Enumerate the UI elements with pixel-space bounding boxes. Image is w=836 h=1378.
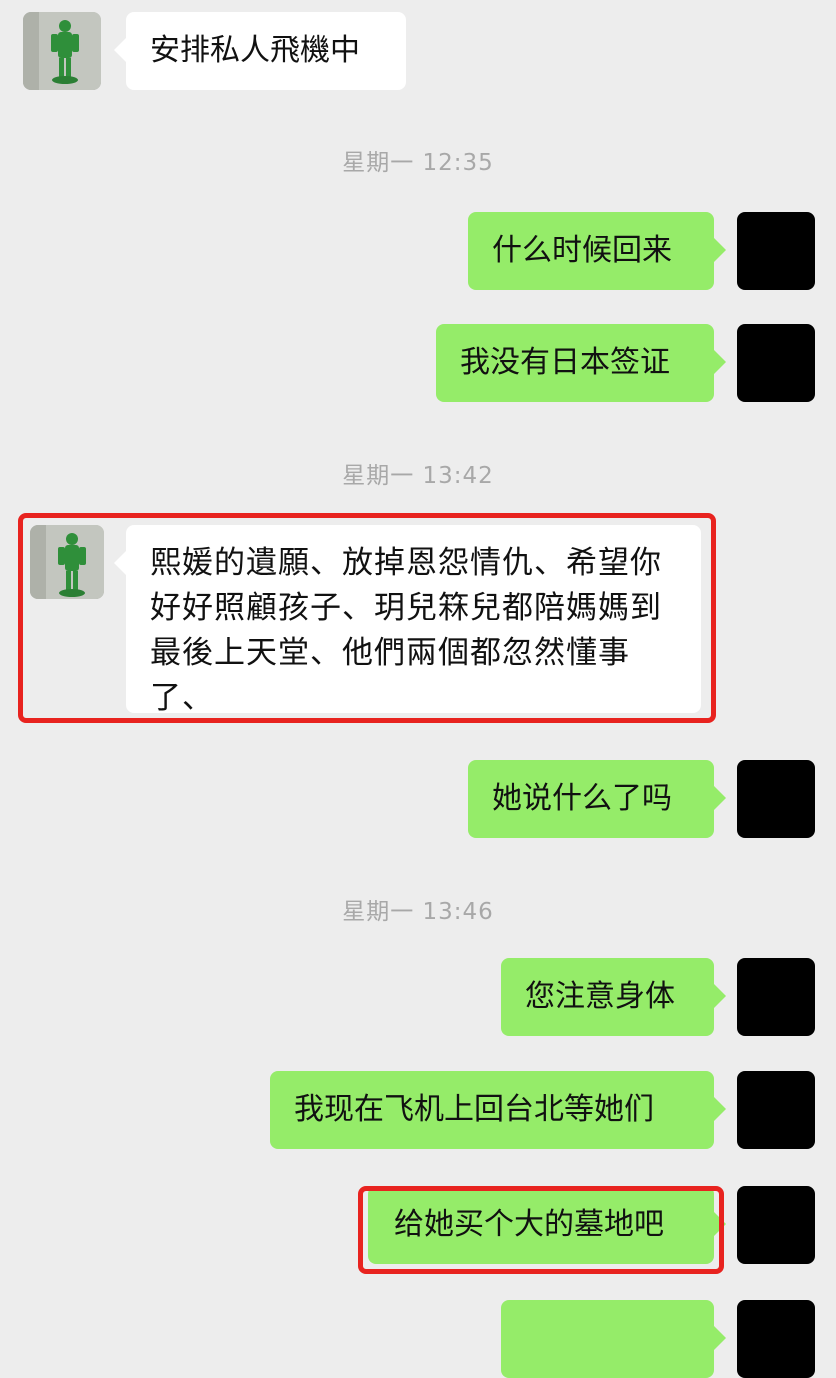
outgoing-message-bubble[interactable]: 什么时候回来 <box>468 212 726 290</box>
message-text: 您注意身体 <box>525 979 675 1014</box>
self-avatar[interactable] <box>737 1300 815 1378</box>
contact-avatar[interactable] <box>23 12 101 90</box>
incoming-message-bubble[interactable]: 熙媛的遺願、放掉恩怨情仇、希望你 好好照顧孩子、玥兒箖兒都陪媽媽到 最後上天堂、… <box>114 525 701 716</box>
green-figurine-icon <box>23 12 101 90</box>
self-avatar[interactable] <box>737 760 815 838</box>
message-text: 安排私人飛機中 <box>150 33 360 68</box>
self-avatar[interactable] <box>737 1186 815 1264</box>
message-text: 她说什么了吗 <box>492 781 672 816</box>
self-avatar[interactable] <box>737 212 815 290</box>
green-figurine-icon <box>30 525 104 599</box>
outgoing-message-bubble[interactable]: 我没有日本签证 <box>436 324 726 402</box>
outgoing-message-bubble[interactable]: 给她买个大的墓地吧 <box>368 1186 726 1264</box>
message-line: 熙媛的遺願、放掉恩怨情仇、希望你 <box>150 545 662 581</box>
message-text: 给她买个大的墓地吧 <box>394 1207 664 1242</box>
message-text: 我现在飞机上回台北等她们 <box>294 1092 654 1127</box>
message-timestamp: 星期一 13:42 <box>342 463 494 489</box>
outgoing-message-bubble[interactable]: 我现在飞机上回台北等她们 <box>270 1071 726 1149</box>
contact-avatar[interactable] <box>30 525 104 599</box>
message-line: 了、 <box>150 680 214 716</box>
outgoing-message-bubble[interactable]: 您注意身体 <box>501 958 726 1036</box>
self-avatar[interactable] <box>737 958 815 1036</box>
message-text: 我没有日本签证 <box>460 345 670 380</box>
outgoing-message-bubble-partial[interactable] <box>501 1300 726 1378</box>
self-avatar[interactable] <box>737 1071 815 1149</box>
self-avatar[interactable] <box>737 324 815 402</box>
message-text: 什么时候回来 <box>492 233 672 268</box>
message-line: 好好照顧孩子、玥兒箖兒都陪媽媽到 <box>150 590 662 626</box>
outgoing-message-bubble[interactable]: 她说什么了吗 <box>468 760 726 838</box>
message-timestamp: 星期一 12:35 <box>342 150 494 176</box>
chat-area: 安排私人飛機中 星期一 12:35 什么时候回来 我没有日本签证 星期一 13:… <box>0 0 836 1378</box>
message-timestamp: 星期一 13:46 <box>342 899 494 925</box>
incoming-message-bubble[interactable]: 安排私人飛機中 <box>114 12 406 90</box>
message-line: 最後上天堂、他們兩個都忽然懂事 <box>150 635 630 671</box>
